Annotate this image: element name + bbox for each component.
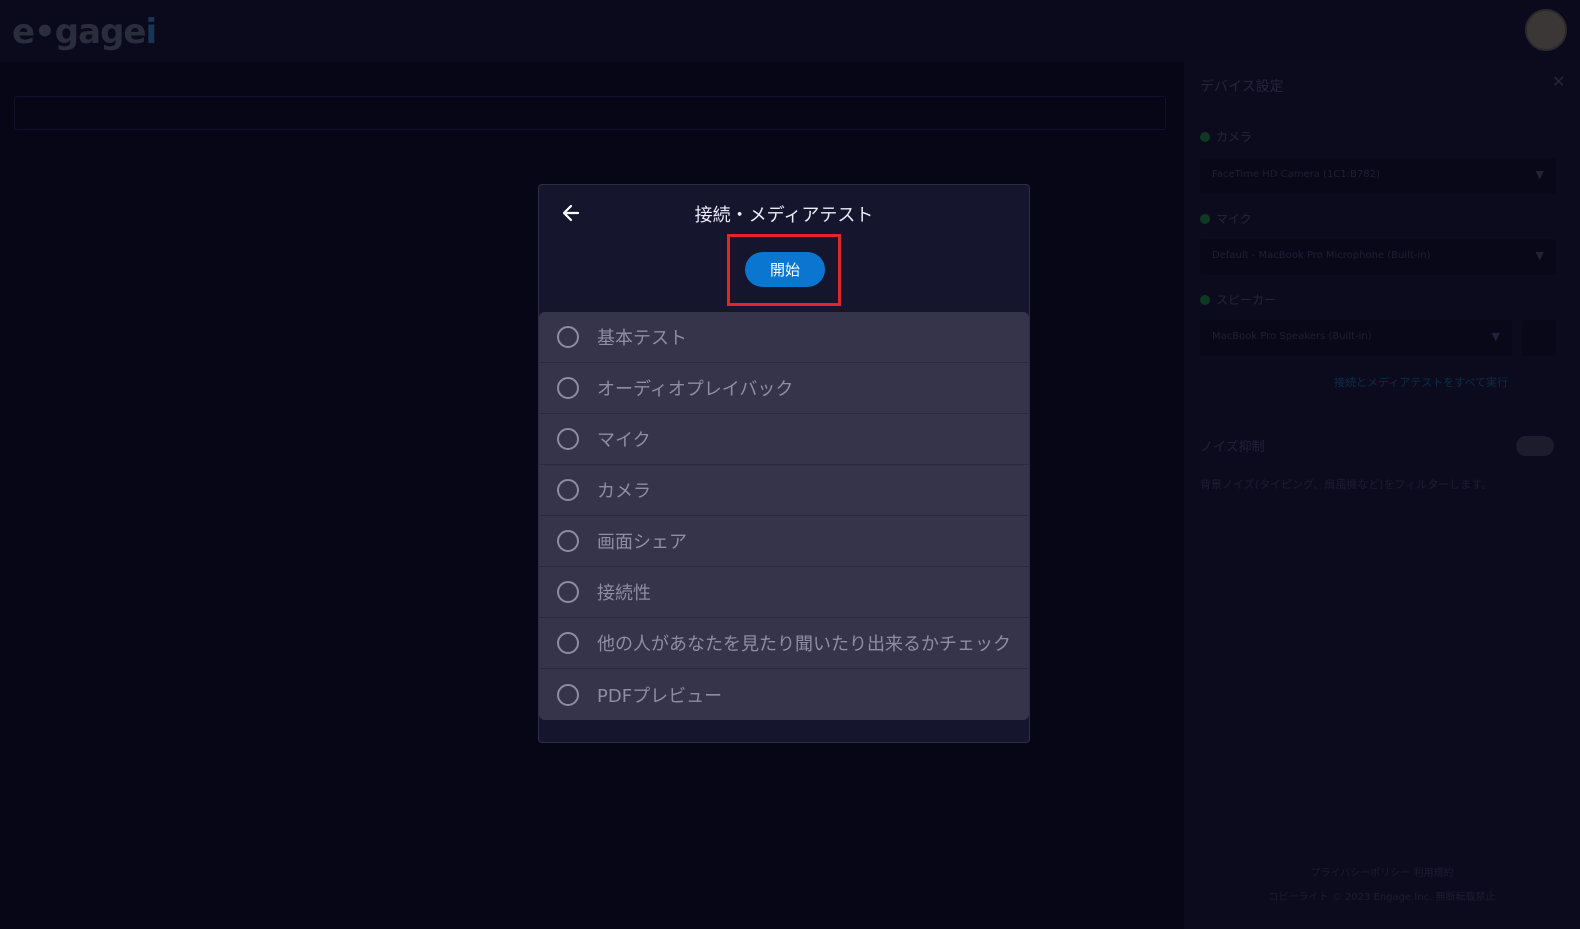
list-item[interactable]: PDFプレビュー	[539, 669, 1029, 720]
chevron-down-icon: ▼	[1535, 249, 1544, 262]
background-field	[14, 96, 1166, 130]
test-label: カメラ	[597, 481, 651, 502]
list-item[interactable]: 基本テスト	[539, 312, 1029, 363]
speaker-select[interactable]: MacBook Pro Speakers (Built-in) ▼	[1200, 320, 1512, 356]
chevron-down-icon: ▼	[1535, 168, 1544, 181]
app-root: e•gagei デバイス設定 ✕ カメラ FaceTime HD Camera …	[0, 0, 1580, 929]
list-item[interactable]: カメラ	[539, 465, 1029, 516]
list-item[interactable]: 接続性	[539, 567, 1029, 618]
noise-suppression-description: 背景ノイズ(タイピング、扇風機など)をフィルターします。	[1200, 478, 1493, 491]
radio-empty-icon[interactable]	[557, 632, 579, 654]
camera-select[interactable]: FaceTime HD Camera (1C1:B782) ▼	[1200, 158, 1556, 194]
footer-links[interactable]: プライバシーポリシー 利用規約	[1184, 862, 1580, 886]
status-dot-icon	[1200, 294, 1210, 305]
list-item[interactable]: マイク	[539, 414, 1029, 465]
radio-empty-icon[interactable]	[557, 530, 579, 552]
mic-select[interactable]: Default - MacBook Pro Microphone (Built-…	[1200, 239, 1556, 275]
settings-footer: プライバシーポリシー 利用規約 コピーライト © 2023 Engage Inc…	[1184, 862, 1580, 910]
settings-title: デバイス設定	[1200, 79, 1284, 95]
radio-empty-icon[interactable]	[557, 683, 579, 706]
radio-empty-icon[interactable]	[557, 326, 579, 348]
speaker-label-text: スピーカー	[1216, 293, 1277, 307]
status-dot-icon	[1200, 131, 1210, 142]
device-settings-panel: デバイス設定 ✕ カメラ FaceTime HD Camera (1C1:B78…	[1184, 62, 1580, 929]
camera-label: カメラ	[1200, 128, 1252, 145]
mic-label-text: マイク	[1216, 212, 1252, 226]
speaker-select-value: MacBook Pro Speakers (Built-in)	[1212, 331, 1372, 342]
radio-empty-icon[interactable]	[557, 581, 579, 603]
test-label: 接続性	[597, 583, 651, 604]
test-label: マイク	[597, 430, 651, 451]
dialog-title: 接続・メディアテスト	[694, 205, 874, 226]
list-item[interactable]: オーディオプレイバック	[539, 363, 1029, 414]
camera-label-text: カメラ	[1216, 130, 1253, 144]
test-label: 基本テスト	[597, 328, 687, 349]
list-item[interactable]: 他の人があなたを見たり聞いたり出来るかチェック	[539, 618, 1029, 669]
camera-select-value: FaceTime HD Camera (1C1:B782)	[1212, 169, 1380, 180]
radio-empty-icon[interactable]	[557, 377, 579, 399]
test-label: PDFプレビュー	[597, 685, 723, 707]
chevron-down-icon: ▼	[1491, 330, 1500, 343]
mic-select-value: Default - MacBook Pro Microphone (Built-…	[1212, 250, 1431, 261]
top-bar: e•gagei	[0, 0, 1580, 62]
speaker-label: スピーカー	[1200, 291, 1276, 308]
status-dot-icon	[1200, 213, 1210, 224]
user-avatar[interactable]	[1525, 9, 1567, 51]
radio-empty-icon[interactable]	[557, 428, 579, 450]
noise-suppression-label: ノイズ抑制	[1200, 440, 1265, 455]
mic-label: マイク	[1200, 210, 1252, 227]
list-item[interactable]: 画面シェア	[539, 516, 1029, 567]
test-label: オーディオプレイバック	[597, 379, 794, 400]
footer-copyright: コピーライト © 2023 Engage Inc. 無断転載禁止	[1268, 892, 1496, 903]
close-icon[interactable]: ✕	[1552, 72, 1565, 91]
speaker-test-button[interactable]	[1522, 320, 1556, 356]
logo-accent-text: i	[145, 12, 157, 52]
test-label: 画面シェア	[597, 532, 687, 553]
test-label: 他の人があなたを見たり聞いたり出来るかチェック	[597, 634, 1011, 655]
radio-empty-icon[interactable]	[557, 479, 579, 501]
app-logo: e•gagei	[12, 12, 157, 52]
media-test-dialog: 接続・メディアテスト 開始 基本テスト オーディオプレイバック マイク カメラ	[538, 184, 1030, 743]
noise-suppression-toggle[interactable]	[1516, 436, 1554, 456]
test-list: 基本テスト オーディオプレイバック マイク カメラ 画面シェア 接続性 他の人が…	[539, 312, 1029, 720]
logo-main-text: e•gage	[12, 12, 146, 52]
run-all-tests-link[interactable]: 接続とメディアテストをすべて実行	[1334, 374, 1508, 390]
start-button[interactable]: 開始	[745, 252, 825, 287]
